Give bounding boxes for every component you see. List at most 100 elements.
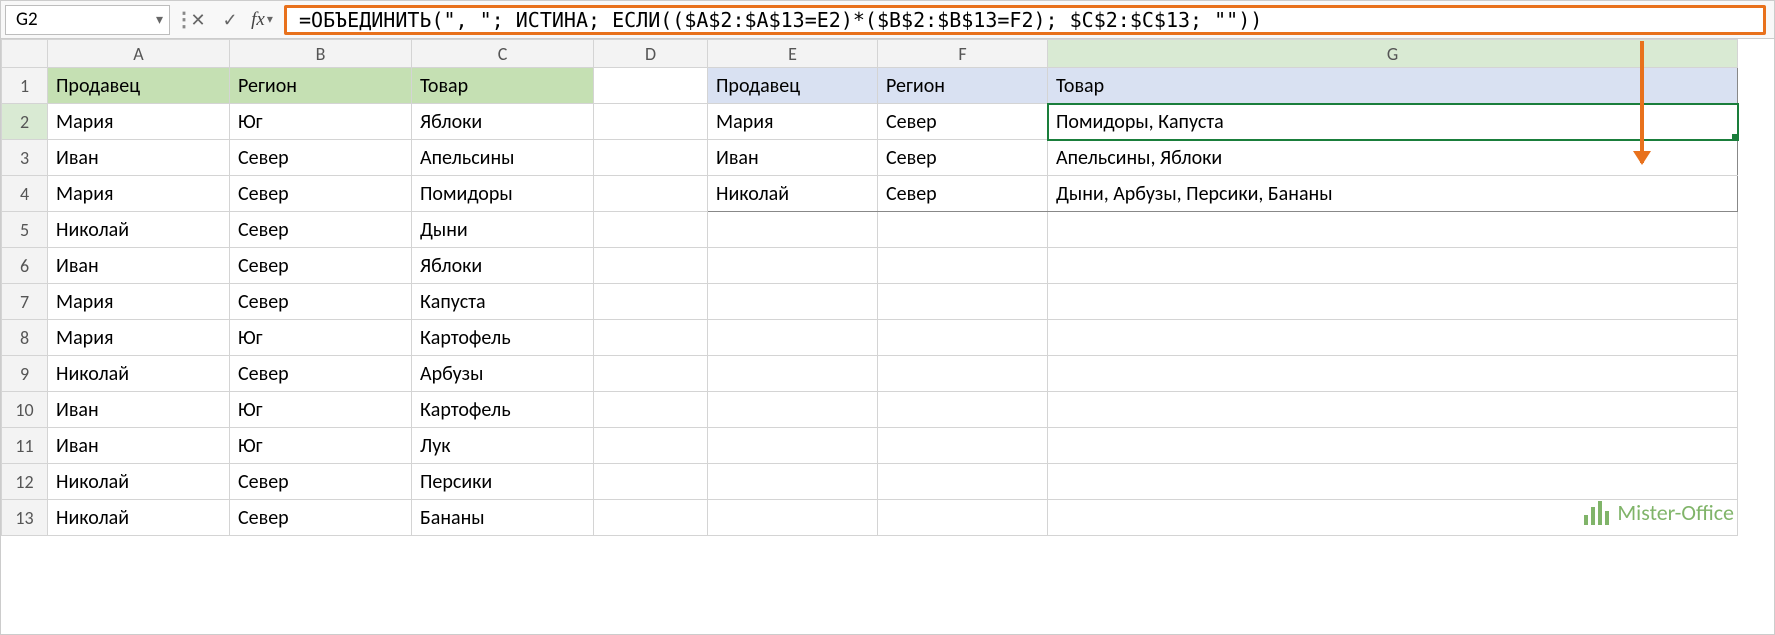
row-header[interactable]: 7 (2, 284, 48, 320)
cell[interactable]: Дыни, Арбузы, Персики, Бананы (1048, 176, 1738, 212)
cell[interactable]: Юг (230, 428, 412, 464)
cell[interactable] (878, 212, 1048, 248)
cell[interactable]: Мария (48, 284, 230, 320)
spreadsheet-grid[interactable]: A B C D E F G 1 Продавец Регион Товар Пр… (1, 39, 1774, 536)
selected-cell[interactable]: Помидоры, Капуста (1048, 104, 1738, 140)
chevron-down-icon[interactable]: ▾ (156, 11, 163, 28)
col-header-E[interactable]: E (708, 40, 878, 68)
cell[interactable]: Мария (48, 104, 230, 140)
cell[interactable]: Север (878, 176, 1048, 212)
cell[interactable] (878, 356, 1048, 392)
cell[interactable] (1048, 212, 1738, 248)
cell[interactable] (878, 500, 1048, 536)
cell[interactable]: Север (878, 104, 1048, 140)
cell[interactable]: Север (230, 356, 412, 392)
cell[interactable] (878, 284, 1048, 320)
cell[interactable]: Николай (48, 356, 230, 392)
cell[interactable]: Товар (1048, 68, 1738, 104)
row-header[interactable]: 9 (2, 356, 48, 392)
cell[interactable]: Картофель (412, 320, 594, 356)
col-header-C[interactable]: C (412, 40, 594, 68)
cell[interactable]: Дыни (412, 212, 594, 248)
cell[interactable]: Юг (230, 392, 412, 428)
cell[interactable]: Мария (48, 176, 230, 212)
cell[interactable] (1048, 428, 1738, 464)
cell[interactable]: Бананы (412, 500, 594, 536)
cell[interactable]: Яблоки (412, 104, 594, 140)
cell[interactable] (594, 248, 708, 284)
insert-function-button[interactable]: fx ▾ (248, 5, 276, 35)
cell[interactable] (1048, 464, 1738, 500)
cell[interactable] (878, 392, 1048, 428)
cell[interactable]: Север (230, 248, 412, 284)
cell[interactable]: Север (230, 464, 412, 500)
cell[interactable] (594, 140, 708, 176)
cell[interactable] (708, 284, 878, 320)
cell[interactable] (708, 248, 878, 284)
cell[interactable] (878, 248, 1048, 284)
row-header[interactable]: 8 (2, 320, 48, 356)
row-header[interactable]: 12 (2, 464, 48, 500)
cell[interactable] (594, 68, 708, 104)
cell[interactable]: Иван (48, 248, 230, 284)
cell[interactable]: Иван (48, 428, 230, 464)
col-header-A[interactable]: A (48, 40, 230, 68)
cell[interactable]: Юг (230, 104, 412, 140)
row-header[interactable]: 4 (2, 176, 48, 212)
cell[interactable]: Север (230, 212, 412, 248)
cell[interactable]: Север (230, 284, 412, 320)
cell[interactable]: Регион (230, 68, 412, 104)
row-header[interactable]: 2 (2, 104, 48, 140)
col-header-F[interactable]: F (878, 40, 1048, 68)
cell[interactable]: Николай (708, 176, 878, 212)
accept-formula-button[interactable]: ✓ (216, 5, 244, 35)
cell[interactable] (708, 392, 878, 428)
cell[interactable] (708, 356, 878, 392)
cell[interactable] (878, 320, 1048, 356)
row-header[interactable]: 11 (2, 428, 48, 464)
col-header-G[interactable]: G (1048, 40, 1738, 68)
cell[interactable] (594, 392, 708, 428)
cell[interactable] (594, 212, 708, 248)
cell[interactable] (594, 428, 708, 464)
cell[interactable] (594, 356, 708, 392)
cell[interactable] (878, 428, 1048, 464)
cell[interactable]: Николай (48, 212, 230, 248)
cell[interactable]: Иван (708, 140, 878, 176)
cell[interactable]: Товар (412, 68, 594, 104)
cell[interactable]: Юг (230, 320, 412, 356)
cell[interactable] (594, 500, 708, 536)
cell[interactable] (708, 500, 878, 536)
cancel-formula-button[interactable]: ✕ (184, 5, 212, 35)
cell[interactable] (708, 212, 878, 248)
cell[interactable]: Картофель (412, 392, 594, 428)
cell[interactable] (708, 320, 878, 356)
cell[interactable]: Иван (48, 140, 230, 176)
cell[interactable] (1048, 248, 1738, 284)
cell[interactable]: Лук (412, 428, 594, 464)
cell[interactable]: Продавец (708, 68, 878, 104)
cell[interactable] (594, 464, 708, 500)
cell[interactable]: Мария (48, 320, 230, 356)
cell[interactable] (594, 320, 708, 356)
row-header[interactable]: 6 (2, 248, 48, 284)
cell[interactable]: Север (878, 140, 1048, 176)
col-header-B[interactable]: B (230, 40, 412, 68)
cell[interactable] (708, 464, 878, 500)
row-header[interactable]: 13 (2, 500, 48, 536)
row-header[interactable]: 10 (2, 392, 48, 428)
cell[interactable] (1048, 320, 1738, 356)
cell[interactable]: Николай (48, 500, 230, 536)
cell[interactable] (708, 428, 878, 464)
cell[interactable]: Север (230, 500, 412, 536)
cell[interactable]: Николай (48, 464, 230, 500)
row-header[interactable]: 3 (2, 140, 48, 176)
cell[interactable]: Арбузы (412, 356, 594, 392)
cell[interactable] (594, 104, 708, 140)
cell[interactable]: Помидоры (412, 176, 594, 212)
row-header[interactable]: 5 (2, 212, 48, 248)
cell[interactable]: Север (230, 176, 412, 212)
col-header-D[interactable]: D (594, 40, 708, 68)
cell[interactable]: Яблоки (412, 248, 594, 284)
cell[interactable]: Иван (48, 392, 230, 428)
